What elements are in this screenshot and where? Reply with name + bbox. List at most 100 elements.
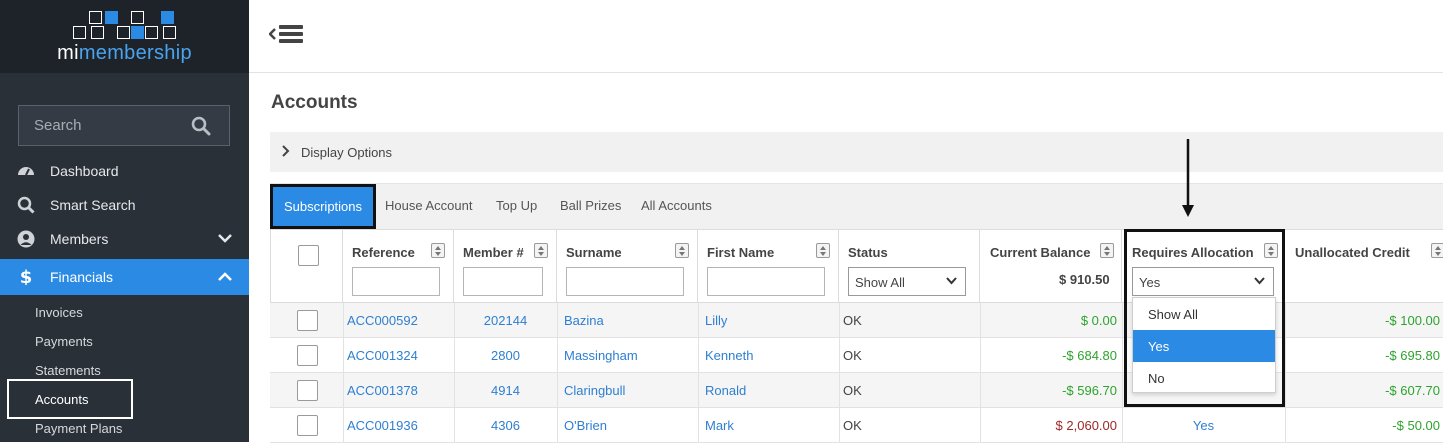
sort-icon[interactable] — [1100, 243, 1114, 258]
balance-value: $ 0.00 — [1080, 313, 1117, 328]
reference-link[interactable]: ACC001324 — [347, 348, 418, 363]
credit-value: -$ 100.00 — [1385, 313, 1440, 328]
surname-link[interactable]: O'Brien — [564, 418, 607, 433]
sort-icon[interactable] — [534, 243, 548, 258]
column-header[interactable]: Current Balance — [990, 245, 1090, 260]
svg-text:$: $ — [20, 267, 33, 285]
sidebar: mimembership Dashboard Smart Search Memb… — [0, 0, 249, 442]
sidebar-item-label: Financials — [50, 269, 114, 285]
table-row[interactable]: ACC001936 4306 O'Brien Mark OK $ 2,060.0… — [270, 408, 1443, 443]
row-checkbox[interactable] — [297, 310, 318, 331]
tab-top-up[interactable]: Top Up — [496, 198, 537, 213]
header-unallocated-credit: Unallocated Credit — [1285, 229, 1443, 303]
sort-icon[interactable] — [816, 243, 830, 258]
status-filter-select[interactable]: Show All — [848, 267, 966, 296]
status-value: OK — [843, 418, 862, 433]
balance-total: $ 910.50 — [1059, 272, 1110, 287]
chevron-down-icon — [946, 277, 957, 285]
highlight-box — [1124, 229, 1285, 407]
column-header[interactable]: Member # — [463, 245, 524, 260]
sidebar-item-label: Smart Search — [50, 197, 136, 213]
search-input[interactable] — [19, 106, 189, 145]
first-name-link[interactable]: Kenneth — [705, 348, 753, 363]
reference-link[interactable]: ACC001936 — [347, 418, 418, 433]
credit-value: -$ 695.80 — [1385, 348, 1440, 363]
first-name-link[interactable]: Lilly — [705, 313, 727, 328]
tab-ball-prizes[interactable]: Ball Prizes — [560, 198, 621, 213]
header-surname: Surname — [557, 229, 698, 303]
sidebar-subitem-statements[interactable]: Statements — [35, 363, 101, 378]
reference-link[interactable]: ACC001378 — [347, 383, 418, 398]
tab-all-accounts[interactable]: All Accounts — [641, 198, 712, 213]
credit-value: -$ 50.00 — [1392, 418, 1440, 433]
column-header[interactable]: Status — [848, 245, 888, 260]
member-filter-input[interactable] — [463, 267, 543, 296]
member-link[interactable]: 4914 — [454, 383, 557, 398]
balance-value: -$ 684.80 — [1062, 348, 1117, 363]
menu-collapse-icon[interactable] — [269, 22, 305, 46]
page-title: Accounts — [271, 92, 358, 113]
surname-link[interactable]: Bazina — [564, 313, 604, 328]
sidebar-item-financials[interactable]: $ Financials — [0, 259, 249, 295]
chevron-up-icon — [218, 272, 232, 281]
first-name-link[interactable]: Ronald — [705, 383, 746, 398]
header-first-name: First Name — [698, 229, 839, 303]
logo[interactable]: mimembership — [0, 0, 249, 73]
credit-value: -$ 607.70 — [1385, 383, 1440, 398]
annotation-arrow-icon — [1182, 139, 1194, 217]
status-value: OK — [843, 348, 862, 363]
first-name-filter-input[interactable] — [707, 267, 825, 296]
balance-value: -$ 596.70 — [1062, 383, 1117, 398]
logo-mark — [73, 11, 177, 39]
reference-link[interactable]: ACC000592 — [347, 313, 418, 328]
search-icon — [17, 196, 35, 214]
dashboard-icon — [18, 167, 34, 176]
display-options-label: Display Options — [301, 145, 393, 160]
sidebar-search — [18, 105, 230, 146]
highlight-box — [7, 379, 133, 419]
column-header[interactable]: First Name — [707, 245, 774, 260]
sidebar-item-smart-search[interactable]: Smart Search — [0, 188, 249, 222]
sort-icon[interactable] — [675, 243, 689, 258]
row-checkbox[interactable] — [297, 345, 318, 366]
sidebar-item-label: Dashboard — [50, 163, 119, 179]
header-current-balance: Current Balance $ 910.50 — [980, 229, 1122, 303]
tab-subscriptions[interactable]: Subscriptions — [270, 184, 376, 229]
member-link[interactable]: 4306 — [454, 418, 557, 433]
status-filter-value: Show All — [855, 275, 905, 290]
sidebar-subitem-invoices[interactable]: Invoices — [35, 305, 83, 320]
search-icon[interactable] — [191, 116, 211, 136]
sidebar-item-members[interactable]: Members — [0, 222, 249, 256]
tab-house-account[interactable]: House Account — [385, 198, 472, 213]
header-reference: Reference — [343, 229, 454, 303]
status-value: OK — [843, 313, 862, 328]
column-header[interactable]: Surname — [566, 245, 622, 260]
sidebar-subitem-payment-plans[interactable]: Payment Plans — [35, 421, 122, 436]
row-checkbox[interactable] — [297, 415, 318, 436]
requires-value[interactable]: Yes — [1122, 418, 1285, 433]
surname-link[interactable]: Claringbull — [564, 383, 625, 398]
top-bar — [249, 0, 1443, 73]
sidebar-item-dashboard[interactable]: Dashboard — [0, 154, 249, 188]
member-link[interactable]: 2800 — [454, 348, 557, 363]
display-options-toggle[interactable]: Display Options — [270, 132, 1443, 172]
header-member: Member # — [454, 229, 557, 303]
first-name-link[interactable]: Mark — [705, 418, 734, 433]
surname-filter-input[interactable] — [566, 267, 684, 296]
sort-icon[interactable] — [431, 243, 445, 258]
dollar-icon: $ — [20, 267, 33, 285]
row-checkbox[interactable] — [297, 380, 318, 401]
status-value: OK — [843, 383, 862, 398]
sidebar-item-label: Members — [50, 231, 109, 247]
chevron-down-icon — [218, 234, 232, 243]
reference-filter-input[interactable] — [352, 267, 440, 296]
sidebar-subitem-payments[interactable]: Payments — [35, 334, 93, 349]
sort-icon[interactable] — [1431, 243, 1443, 258]
member-link[interactable]: 202144 — [454, 313, 557, 328]
surname-link[interactable]: Massingham — [564, 348, 638, 363]
column-header[interactable]: Reference — [352, 245, 415, 260]
column-header[interactable]: Unallocated Credit — [1295, 245, 1410, 260]
user-icon — [17, 230, 35, 248]
select-all-checkbox[interactable] — [298, 245, 319, 266]
header-status: Status Show All — [839, 229, 980, 303]
